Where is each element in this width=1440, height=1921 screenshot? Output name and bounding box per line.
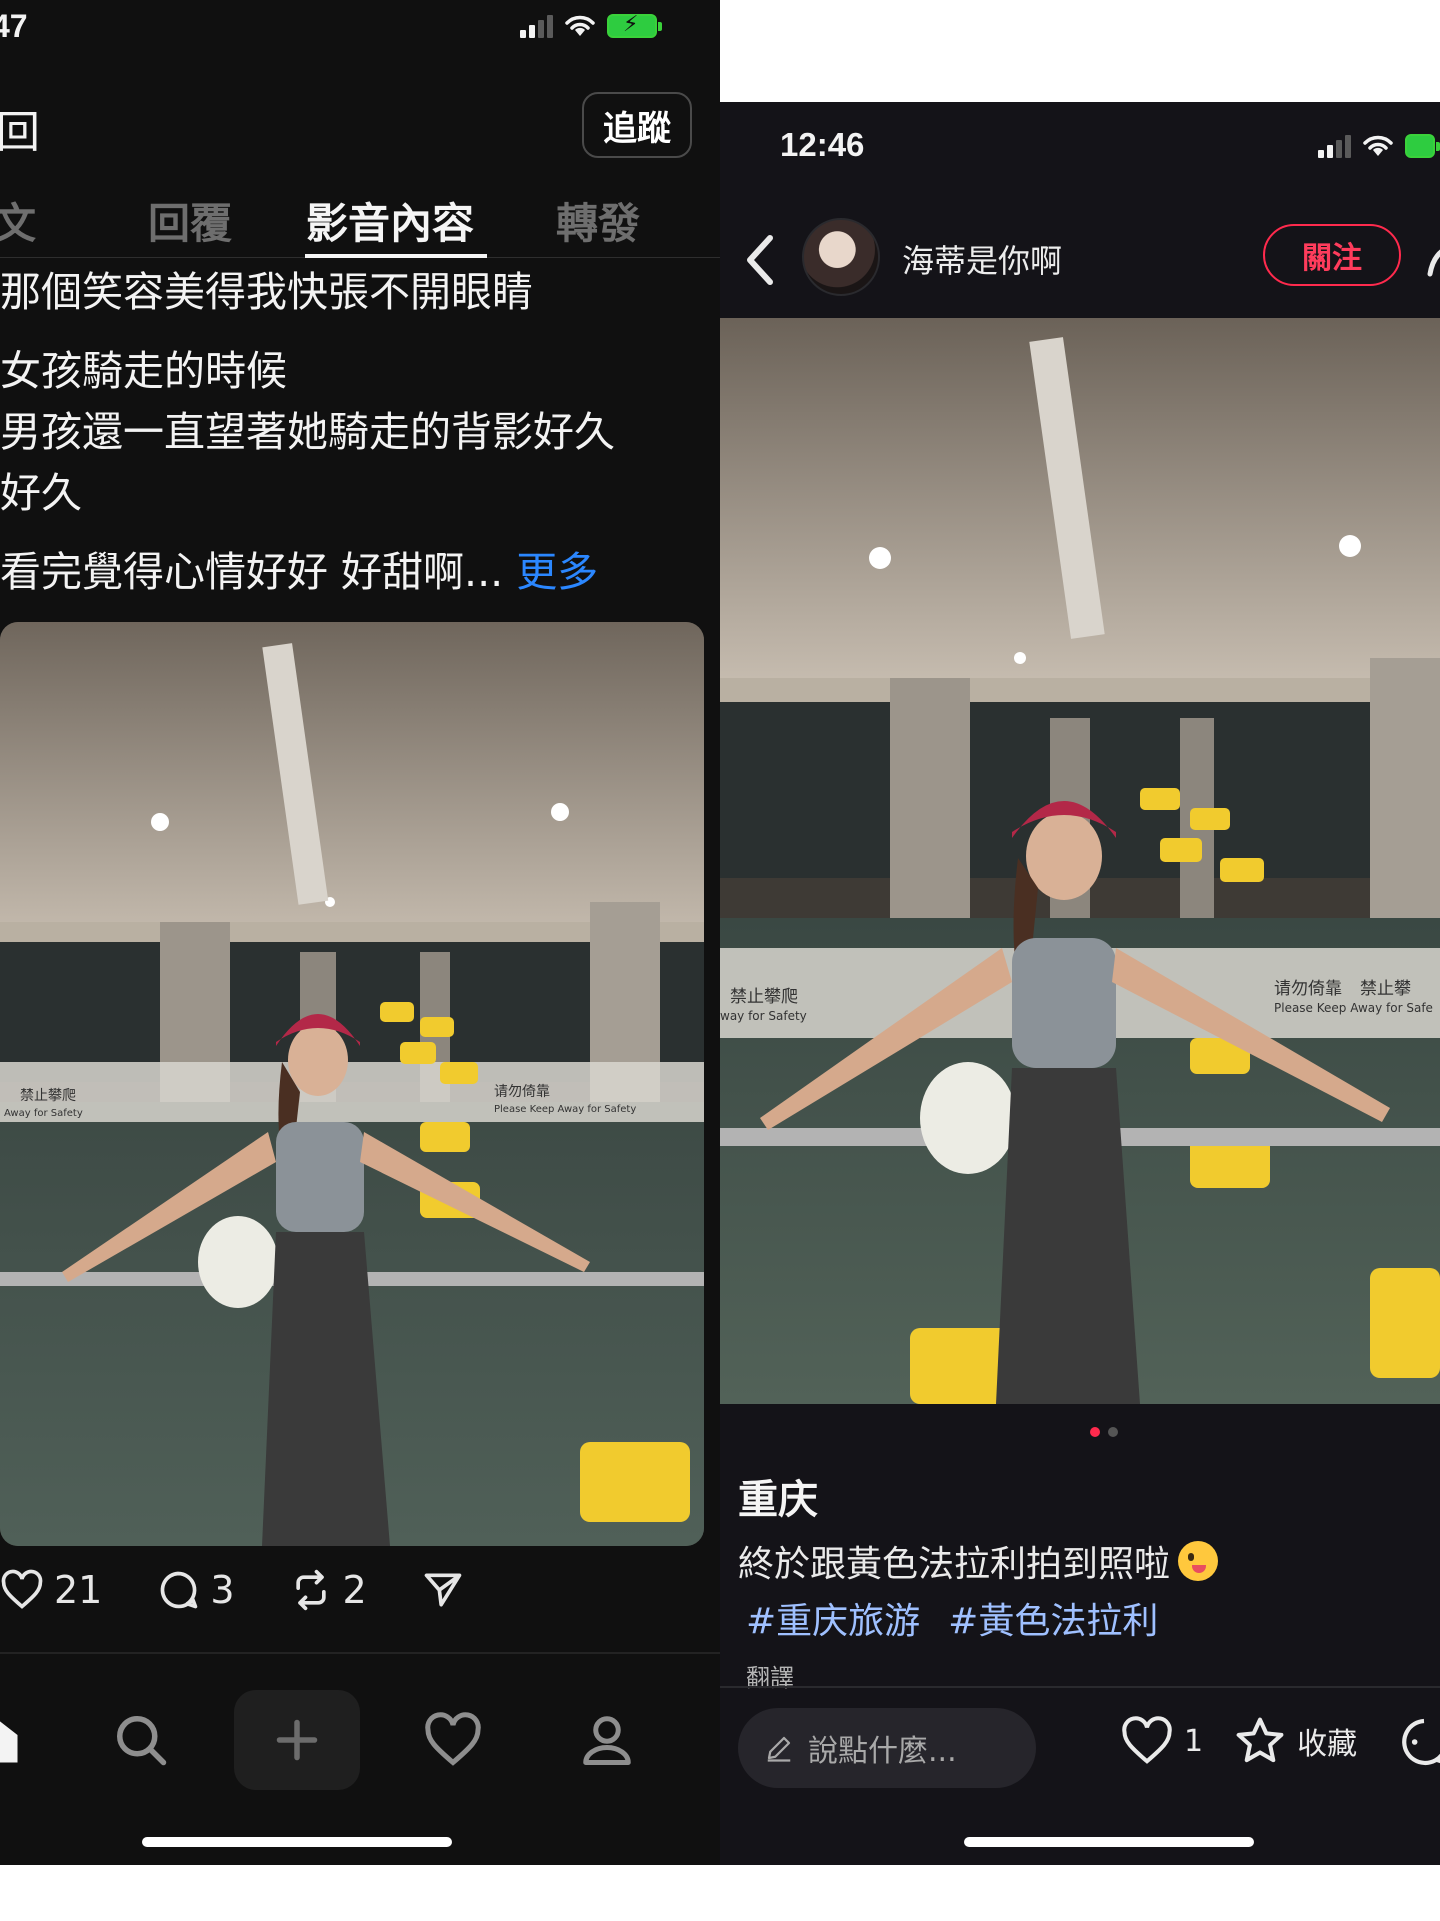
bottom-bar-divider [720,1686,1440,1688]
carousel-dot-active [1090,1427,1100,1437]
comment-bubble-icon[interactable] [1396,1714,1440,1770]
author-name[interactable]: 海蒂是你啊 [902,236,1062,282]
translate-link[interactable]: 翻譯 [746,1658,794,1693]
post-line: 男孩還一直望著她騎走的背影好久 [0,408,615,456]
repost-count: 2 [342,1568,367,1612]
post-body: 那個笑容美得我快張不開眼睛 女孩騎走的時候 男孩還一直望著她騎走的背影好久 好久… [0,262,712,621]
status-time: 47 [0,8,28,44]
sign-text: Please Keep Away for Safety [494,1104,636,1115]
hashtag-link[interactable]: #黃色法拉利 [948,1592,1158,1644]
post-line: 看完覺得心情好好 好甜啊... [0,548,504,596]
star-icon [1236,1717,1284,1763]
tab-replies[interactable]: 回覆 [148,190,232,251]
battery-charging-icon: ⚡ [607,12,662,38]
post-photo[interactable]: 禁止攀爬 Away for Safety 请勿倚靠 Please Keep Aw… [0,622,704,1546]
top-gap [720,0,1440,102]
post-line: 女孩騎走的時候 [0,347,287,395]
xiaohongshu-note-panel: 12:46 海蒂是你啊 關注 禁止攀爬 way for Safety 请勿倚靠 … [720,102,1440,1865]
bottom-nav-divider [0,1652,720,1654]
comment-icon [161,1571,198,1609]
profile-icon [583,1716,631,1765]
search-icon [117,1716,167,1766]
plus-icon [276,1719,318,1761]
follow-button[interactable]: 關注 [1263,224,1401,286]
home-indicator [142,1837,452,1847]
note-description-text: 終於跟黃色法拉利拍到照啦 [738,1544,1171,1585]
home-icon [0,1721,18,1763]
active-tab-indicator [305,254,487,258]
nav-home[interactable] [0,1690,50,1790]
like-count: 1 [1184,1723,1204,1759]
airport-photo-illustration: 禁止攀爬 Away for Safety 请勿倚靠 Please Keep Aw… [0,622,704,1546]
post-line: 好久 [0,469,82,517]
back-chevron-icon[interactable] [740,230,780,290]
note-description: 終於跟黃色法拉利拍到照啦 [738,1535,1219,1587]
airport-photo-illustration: 禁止攀爬 way for Safety 请勿倚靠 禁止攀 Please Keep… [720,318,1440,1404]
bottom-nav [0,1690,720,1800]
collect-label: 收藏 [1297,1727,1358,1762]
note-actions: 1 收藏 [1120,1714,1387,1768]
sign-text: 请勿倚靠 [1274,979,1342,999]
nav-profile[interactable] [552,1690,662,1790]
hashtags: #重庆旅游 #黃色法拉利 [746,1592,1158,1644]
status-icons [1318,132,1440,158]
note-photo[interactable]: 禁止攀爬 way for Safety 请勿倚靠 禁止攀 Please Keep… [720,318,1440,1404]
carousel-dots [1090,1427,1118,1437]
post-line: 那個笑容美得我快張不開眼睛 [0,268,533,316]
like-count: 21 [54,1568,103,1612]
wifi-icon [1363,135,1393,156]
heart-icon [1,1569,43,1609]
sign-text: 禁止攀爬 [20,1088,76,1104]
sign-text: 禁止攀 [1360,979,1411,999]
sign-text: way for Safety [720,1009,807,1023]
wifi-icon [565,15,595,36]
tab-reposts[interactable]: 轉發 [556,190,640,251]
sign-text: Away for Safety [4,1108,83,1119]
profile-title: 回 [0,107,40,158]
battery-charging-icon [1405,134,1440,158]
repost-button[interactable]: 2 [289,1568,367,1612]
screenshot-composite: 47 ⚡ 回 追蹤 文 回覆 影音內容 轉發 那個笑容美得我快張不開眼睛 女孩騎… [0,0,1440,1921]
hashtag-link[interactable]: #重庆旅游 [746,1592,920,1644]
share-icon[interactable] [1426,238,1440,278]
collect-button[interactable]: 收藏 [1233,1714,1357,1768]
repost-icon [295,1569,326,1611]
threads-profile-panel: 47 ⚡ 回 追蹤 文 回覆 影音內容 轉發 那個笑容美得我快張不開眼睛 女孩騎… [0,0,720,1865]
share-button[interactable] [421,1568,465,1612]
status-icons: ⚡ [520,12,662,38]
note-title: 重庆 [738,1477,818,1523]
like-button[interactable]: 21 [0,1568,102,1612]
heart-icon [1122,1716,1172,1764]
like-button[interactable]: 1 [1120,1714,1203,1768]
more-link[interactable]: 更多 [516,548,598,596]
profile-tabs: 文 回覆 影音內容 轉發 [0,190,720,258]
comment-button[interactable]: 3 [156,1568,235,1612]
sign-text: 禁止攀爬 [730,987,798,1007]
tab-threads[interactable]: 文 [0,190,36,251]
comment-count: 3 [210,1568,235,1612]
nav-search[interactable] [86,1690,196,1790]
heart-icon [425,1712,481,1766]
nav-activity[interactable] [398,1690,508,1790]
sign-text: 请勿倚靠 [494,1084,550,1100]
home-indicator [964,1837,1254,1847]
nav-create[interactable] [234,1690,360,1790]
tab-media[interactable]: 影音內容 [306,190,474,251]
post-actions: 21 3 2 [0,1568,519,1612]
avatar[interactable] [802,218,880,296]
pencil-icon [767,1736,791,1762]
comment-placeholder: 說點什麼... [808,1734,957,1769]
sign-text: Please Keep Away for Safe [1274,1001,1433,1015]
follow-button[interactable]: 追蹤 [582,92,692,158]
carousel-dot [1108,1427,1118,1437]
post-line-last: 看完覺得心情好好 好甜啊... 更多 [0,542,712,603]
signal-icon [520,14,553,38]
send-icon [424,1573,462,1607]
signal-icon [1318,134,1351,158]
winking-tongue-emoji-icon [1178,1541,1219,1581]
comment-input[interactable]: 說點什麼... [738,1708,1036,1788]
status-time: 12:46 [780,126,865,163]
